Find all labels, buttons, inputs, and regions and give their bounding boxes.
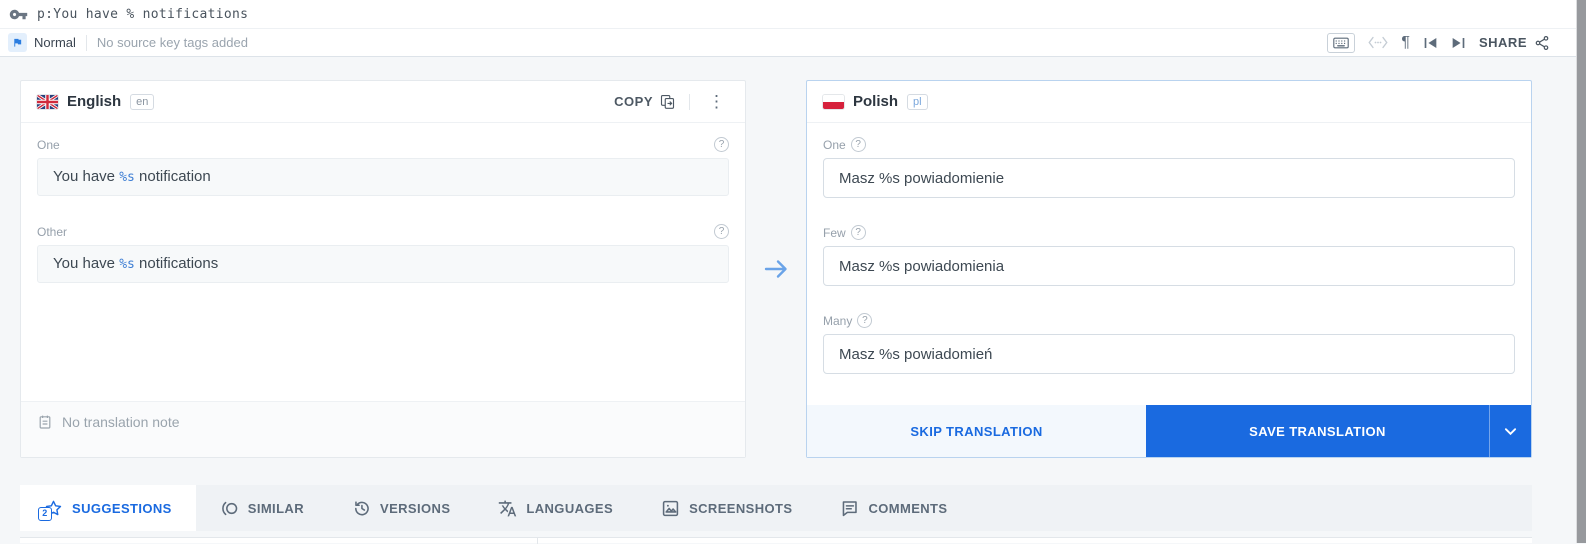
copy-source-button[interactable]: COPY [614, 94, 675, 109]
previous-key-icon[interactable] [1423, 36, 1438, 50]
plural-form-label: One [37, 137, 60, 152]
translation-note[interactable]: No translation note [21, 401, 745, 457]
source-text-other: You have %s notifications [37, 245, 729, 283]
target-panel-body: One ? Few ? Many ? [807, 123, 1531, 405]
share-button[interactable]: SHARE [1479, 35, 1550, 51]
translation-actions: SKIP TRANSLATION SAVE TRANSLATION [807, 405, 1531, 457]
toolbar: Normal No source key tags added ¶ SHARE [0, 29, 1576, 57]
placeholder-token: %s [119, 170, 135, 185]
source-text-one: You have %s notification [37, 158, 729, 196]
translation-input-few[interactable] [823, 246, 1515, 286]
tab-label: SUGGESTIONS [72, 500, 172, 516]
suggestions-count-badge: 2 [38, 506, 52, 521]
column-divider [537, 538, 538, 544]
translation-input-many[interactable] [823, 334, 1515, 374]
keyboard-shortcuts-icon[interactable] [1327, 32, 1356, 53]
copy-label: COPY [614, 94, 653, 109]
history-icon [352, 499, 371, 518]
key-status-chip[interactable]: Normal [8, 33, 76, 52]
status-label: Normal [34, 35, 76, 50]
image-icon [661, 499, 680, 518]
translation-input-one[interactable] [823, 158, 1515, 198]
vertical-scrollbar[interactable] [1576, 0, 1586, 543]
source-panel: English en COPY ⋮ One ? You have %s noti… [20, 80, 746, 458]
target-language-name: Polish [853, 93, 899, 110]
plural-form-label: Few [823, 225, 846, 240]
arrow-right-icon [763, 257, 790, 281]
plural-form-label: Other [37, 224, 68, 239]
flag-united-kingdom-icon [37, 94, 58, 109]
editor-tabs: 2 SUGGESTIONS SIMILAR VERSIONS LANGUAGES… [20, 485, 1532, 531]
plural-form-label: One [823, 137, 846, 152]
note-icon [39, 415, 51, 429]
whitespace-toggle-icon[interactable]: ¶ [1401, 34, 1410, 51]
source-text: You have [53, 255, 120, 272]
source-panel-body: One ? You have %s notification Other ? Y… [21, 123, 745, 401]
save-translation-button[interactable]: SAVE TRANSLATION [1146, 405, 1489, 457]
source-language-code-badge: en [130, 93, 155, 110]
target-panel: Polish pl One ? Few ? Many ? SKIP TRANSL… [806, 80, 1532, 458]
source-text: notifications [134, 255, 219, 272]
tab-label: VERSIONS [380, 500, 451, 516]
help-icon[interactable]: ? [714, 224, 729, 239]
note-placeholder: No translation note [62, 414, 180, 430]
target-panel-header: Polish pl [807, 81, 1531, 123]
tab-languages[interactable]: LANGUAGES [474, 485, 637, 531]
plural-form-label: Many [823, 313, 853, 328]
kebab-menu-icon[interactable]: ⋮ [704, 93, 729, 110]
tab-screenshots[interactable]: SCREENSHOTS [637, 485, 816, 531]
source-text: You have [53, 168, 120, 185]
key-name[interactable]: p:You have % notifications [37, 7, 248, 22]
help-icon[interactable]: ? [857, 313, 873, 328]
similar-icon [220, 499, 239, 518]
copy-icon [660, 94, 675, 109]
toolbar-divider [85, 34, 87, 51]
source-text: notification [134, 168, 211, 185]
help-icon[interactable]: ? [714, 137, 729, 152]
tab-suggestions[interactable]: 2 SUGGESTIONS [20, 485, 196, 531]
source-language-name: English [67, 93, 122, 110]
help-icon[interactable]: ? [850, 225, 866, 240]
share-label: SHARE [1478, 35, 1527, 50]
flag-poland-icon [823, 94, 844, 109]
placeholder-token: %s [119, 257, 135, 272]
tab-comments[interactable]: COMMENTS [816, 485, 971, 531]
tab-label: SIMILAR [247, 500, 304, 516]
comment-icon [840, 499, 859, 518]
chevron-down-icon [1504, 427, 1517, 435]
tab-label: SCREENSHOTS [689, 500, 793, 516]
header-divider [689, 93, 690, 110]
next-key-icon[interactable] [1451, 36, 1466, 50]
tab-label: COMMENTS [868, 500, 948, 516]
source-panel-header: English en COPY ⋮ [21, 81, 745, 123]
status-flag-icon [8, 33, 27, 52]
target-language-code-badge: pl [907, 93, 928, 110]
tab-similar[interactable]: SIMILAR [196, 485, 328, 531]
star-icon: 2 [38, 499, 63, 521]
translate-icon [498, 499, 517, 518]
suggestions-panel-top [20, 537, 1532, 544]
tab-label: LANGUAGES [526, 500, 614, 516]
share-icon [1535, 35, 1549, 50]
key-tags-input[interactable]: No source key tags added [97, 35, 248, 50]
help-icon[interactable]: ? [850, 137, 866, 152]
code-view-icon[interactable] [1368, 36, 1388, 49]
save-options-dropdown[interactable] [1489, 405, 1531, 457]
key-header-bar: p:You have % notifications [0, 0, 1576, 29]
tab-versions[interactable]: VERSIONS [328, 485, 474, 531]
key-icon [9, 5, 28, 24]
skip-translation-button[interactable]: SKIP TRANSLATION [807, 405, 1146, 457]
